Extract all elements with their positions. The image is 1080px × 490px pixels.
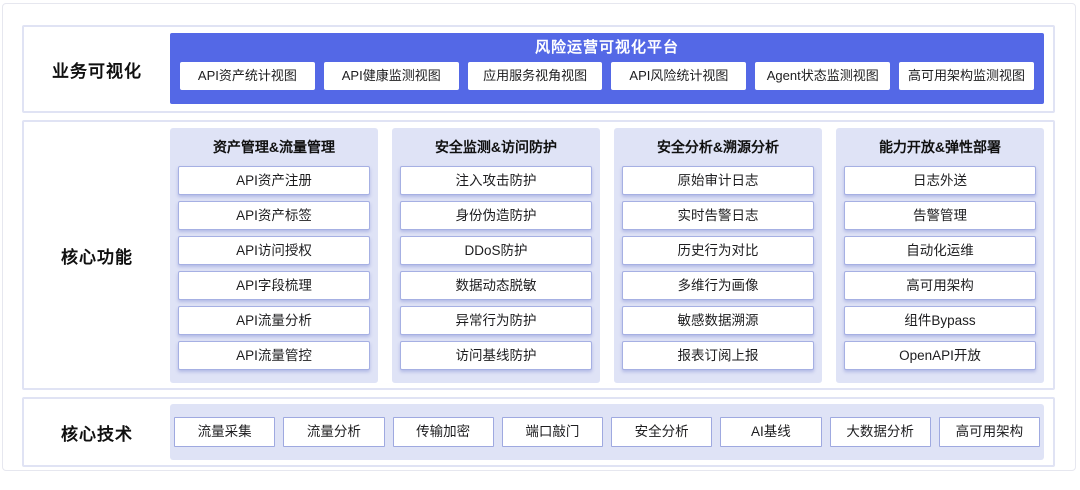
function-item: API流量管控 bbox=[178, 341, 370, 370]
function-item: 原始审计日志 bbox=[622, 166, 814, 195]
function-item: API资产注册 bbox=[178, 166, 370, 195]
technology-item: 流量分析 bbox=[283, 417, 385, 447]
view-button: API风险统计视图 bbox=[611, 62, 747, 90]
function-item: 身份伪造防护 bbox=[400, 201, 592, 230]
function-columns: 资产管理&流量管理 API资产注册 API资产标签 API访问授权 API字段梳理 AP… bbox=[170, 128, 1044, 383]
platform-banner: 风险运营可视化平台 API资产统计视图 API健康监测视图 应用服务视角视图 API风… bbox=[170, 33, 1044, 104]
technology-item: 流量采集 bbox=[174, 417, 276, 447]
function-item-list: API资产注册 API资产标签 API访问授权 API字段梳理 API流量分析 API流量… bbox=[178, 166, 370, 370]
technology-item: 端口敲门 bbox=[501, 417, 603, 447]
function-column: 能力开放&弹性部署 日志外送告警管理自动化运维高可用架构组件Bypass Open… bbox=[836, 128, 1044, 383]
function-item: 多维行为画像 bbox=[622, 271, 814, 300]
function-item-list: 原始审计日志 实时告警日志 历史行为对比 多维行为画像 敏感数据溯源 报表订阅上报 bbox=[622, 166, 814, 370]
function-item: 数据动态脱敏 bbox=[400, 271, 592, 300]
function-column-title: 资产管理&流量管理 bbox=[212, 139, 336, 155]
function-item: 敏感数据溯源 bbox=[622, 306, 814, 335]
function-column-title: 能力开放&弹性部署 bbox=[878, 139, 1002, 155]
section-business-visualization: 业务可视化 风险运营可视化平台 API资产统计视图 API健康监测视图 应用服务视角… bbox=[22, 25, 1055, 113]
function-item: API资产标签 bbox=[178, 201, 370, 230]
function-item: 告警管理 bbox=[844, 201, 1036, 230]
section-core-functions: 核心功能 资产管理&流量管理 API资产注册 API资产标签 API访问授权 API字… bbox=[22, 120, 1055, 390]
function-column-title: 安全分析&溯源分析 bbox=[656, 139, 780, 155]
function-item: 实时告警日志 bbox=[622, 201, 814, 230]
function-item-list: 注入攻击防护 身份伪造防护 DDoS防护 数据动态脱敏 异常行为防护 访问基线防护 bbox=[400, 166, 592, 370]
platform-view-list: API资产统计视图 API健康监测视图 应用服务视角视图 API风险统计视图 Agent… bbox=[180, 62, 1034, 90]
function-item: API流量分析 bbox=[178, 306, 370, 335]
platform-title: 风险运营可视化平台 bbox=[534, 39, 679, 56]
technology-item: 大数据分析 bbox=[829, 417, 931, 447]
technology-item: AI基线 bbox=[720, 417, 822, 447]
function-item: 访问基线防护 bbox=[400, 341, 592, 370]
technology-item: 传输加密 bbox=[392, 417, 494, 447]
business-visualization-label: 业务可视化 bbox=[52, 61, 142, 81]
function-item: DDoS防护 bbox=[400, 236, 592, 265]
function-item: 组件Bypass bbox=[844, 306, 1036, 335]
core-functions-label: 核心功能 bbox=[61, 247, 133, 267]
function-item: 日志外送 bbox=[844, 166, 1036, 195]
view-button: API健康监测视图 bbox=[323, 62, 459, 90]
function-item: API字段梳理 bbox=[178, 271, 370, 300]
function-item: 报表订阅上报 bbox=[622, 341, 814, 370]
function-item: 高可用架构 bbox=[844, 271, 1036, 300]
function-column: 安全监测&访问防护 注入攻击防护 身份伪造防护 DDoS防护 数据动态脱敏 异常行为防护… bbox=[392, 128, 600, 383]
function-item-list: 日志外送告警管理自动化运维高可用架构组件Bypass OpenAPI开放 bbox=[844, 166, 1036, 370]
core-technology-label: 核心技术 bbox=[61, 424, 133, 444]
function-item: 注入攻击防护 bbox=[400, 166, 592, 195]
technology-strip: 流量采集 流量分析 传输加密 端口敲门 安全分析 AI基线 大数据分析 高可用架构 bbox=[170, 404, 1044, 460]
view-button: API资产统计视图 bbox=[180, 62, 315, 90]
technology-item: 高可用架构 bbox=[938, 417, 1040, 447]
section-core-technology: 核心技术 流量采集 流量分析 传输加密 端口敲门 安全分析 AI基线 大数据分析 高可用架构 bbox=[22, 397, 1055, 467]
view-button: 应用服务视角视图 bbox=[467, 62, 603, 90]
function-item: 自动化运维 bbox=[844, 236, 1036, 265]
view-button: 高可用架构监测视图 bbox=[899, 62, 1034, 90]
function-column-title: 安全监测&访问防护 bbox=[434, 139, 558, 155]
function-column: 安全分析&溯源分析 原始审计日志 实时告警日志 历史行为对比 多维行为画像 敏感数据溯源… bbox=[614, 128, 822, 383]
function-item: 历史行为对比 bbox=[622, 236, 814, 265]
function-item: 异常行为防护 bbox=[400, 306, 592, 335]
technology-item: 安全分析 bbox=[611, 417, 713, 447]
view-button: Agent状态监测视图 bbox=[755, 62, 891, 90]
function-column: 资产管理&流量管理 API资产注册 API资产标签 API访问授权 API字段梳理 AP… bbox=[170, 128, 378, 383]
function-item: API访问授权 bbox=[178, 236, 370, 265]
function-item: OpenAPI开放 bbox=[844, 341, 1036, 370]
